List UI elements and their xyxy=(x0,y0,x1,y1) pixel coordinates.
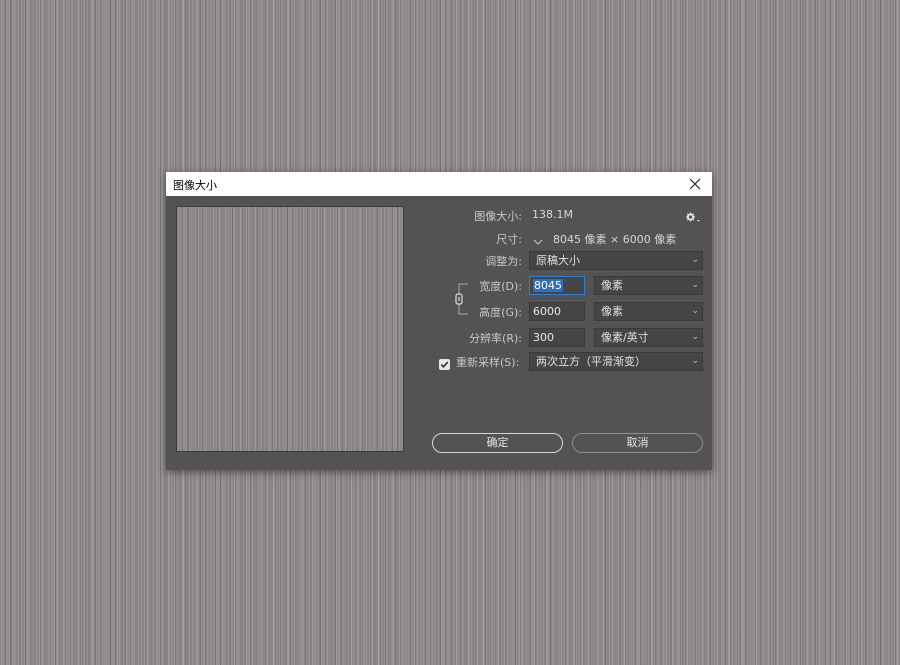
image-size-label: 图像大小: xyxy=(474,210,522,223)
chain-link-icon[interactable] xyxy=(455,283,469,315)
chevron-down-icon: ⌄ xyxy=(691,280,699,290)
fit-to-select[interactable]: 原稿大小 ⌄ xyxy=(529,251,703,270)
height-unit-select[interactable]: 像素 ⌄ xyxy=(594,302,703,321)
resample-select[interactable]: 两次立方（平滑渐变） ⌄ xyxy=(529,352,703,371)
image-preview[interactable] xyxy=(176,206,404,452)
width-unit-value: 像素 xyxy=(601,279,623,292)
chevron-down-icon: ⌄ xyxy=(691,356,699,366)
fit-to-label: 调整为: xyxy=(485,255,522,268)
chevron-down-icon: ⌄ xyxy=(691,255,699,265)
close-icon[interactable] xyxy=(684,173,706,195)
height-label: 高度(G): xyxy=(479,306,522,319)
chevron-down-icon: ⌄ xyxy=(691,332,699,342)
fit-to-value: 原稿大小 xyxy=(536,254,580,267)
gear-icon[interactable] xyxy=(685,208,701,222)
resample-checkbox[interactable] xyxy=(439,355,450,370)
height-unit-value: 像素 xyxy=(601,305,623,318)
resolution-value: 300 xyxy=(533,331,554,344)
resolution-unit-value: 像素/英寸 xyxy=(601,331,649,344)
resolution-label: 分辨率(R): xyxy=(469,332,522,345)
checkbox-checked-icon xyxy=(439,359,450,370)
dimensions-chevron-icon[interactable] xyxy=(532,232,544,245)
dimensions-label: 尺寸: xyxy=(496,233,522,246)
image-size-value: 138.1M xyxy=(532,208,573,221)
dialog-titlebar: 图像大小 xyxy=(166,172,712,196)
width-value: 8045 xyxy=(533,279,563,292)
resolution-input[interactable]: 300 xyxy=(529,328,585,347)
cancel-button[interactable]: 取消 xyxy=(572,433,703,453)
chevron-down-icon: ⌄ xyxy=(691,306,699,316)
image-size-dialog: 图像大小 图像大小: 138.1M 尺寸: 8045 像素 × 6000 像素 … xyxy=(166,172,712,470)
resample-value: 两次立方（平滑渐变） xyxy=(536,355,646,368)
width-input[interactable]: 8045 xyxy=(529,276,585,295)
height-value: 6000 xyxy=(533,305,561,318)
height-input[interactable]: 6000 xyxy=(529,302,585,321)
resample-label: 重新采样(S): xyxy=(456,356,520,369)
ok-button[interactable]: 确定 xyxy=(432,433,563,453)
width-label: 宽度(D): xyxy=(479,280,522,293)
dialog-title: 图像大小 xyxy=(173,179,217,192)
resolution-unit-select[interactable]: 像素/英寸 ⌄ xyxy=(594,328,703,347)
width-unit-select[interactable]: 像素 ⌄ xyxy=(594,276,703,295)
dimensions-value: 8045 像素 × 6000 像素 xyxy=(553,233,677,246)
